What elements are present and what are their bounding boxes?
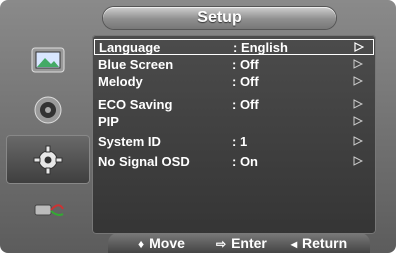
- menu-item-value: : English: [233, 40, 288, 55]
- input-icon: [34, 203, 64, 216]
- menu-item-value: : 1: [232, 134, 248, 149]
- menu-item-value: : Off: [232, 97, 259, 112]
- footer-return: ◂ Return: [291, 233, 347, 253]
- chevron-right-icon: [353, 156, 363, 166]
- menu-item-language[interactable]: Language : English: [94, 39, 374, 55]
- chevron-right-icon: [353, 136, 363, 146]
- sidebar-item-setup[interactable]: [6, 135, 90, 184]
- menu-item-pip[interactable]: PIP: [94, 114, 374, 130]
- menu-item-label: System ID: [98, 134, 161, 149]
- updown-icon: ♦: [138, 237, 145, 251]
- footer-move: ♦ Move: [138, 233, 185, 253]
- sound-icon: [34, 96, 62, 123]
- picture-icon: [31, 47, 65, 72]
- menu-item-value: : Off: [232, 74, 259, 89]
- menu-item-value: : On: [232, 154, 258, 169]
- back-icon: ◂: [291, 237, 298, 251]
- chevron-right-icon: [353, 59, 363, 69]
- page-title: Setup: [197, 9, 242, 26]
- footer-bar: ♦ Move ⇨ Enter ◂ Return: [108, 233, 370, 253]
- menu-item-eco-saving[interactable]: ECO Saving : Off: [94, 97, 374, 113]
- menu-item-no-signal-osd[interactable]: No Signal OSD : On: [94, 154, 374, 170]
- sidebar: [6, 35, 90, 233]
- footer-return-label: Return: [302, 235, 348, 251]
- menu-item-label: ECO Saving: [98, 97, 173, 112]
- footer-move-label: Move: [149, 235, 185, 251]
- menu-item-melody[interactable]: Melody : Off: [94, 74, 374, 90]
- menu-item-label: Blue Screen: [98, 57, 174, 72]
- sidebar-item-input[interactable]: [6, 185, 90, 234]
- chevron-right-icon: [353, 99, 363, 109]
- chevron-right-icon: [353, 116, 363, 126]
- footer-enter: ⇨ Enter: [216, 233, 267, 253]
- gear-icon: [33, 145, 63, 174]
- osd-menu-frame: Setup Language: English Blue Screen: O…: [0, 0, 396, 253]
- menu-item-blue-screen[interactable]: Blue Screen : Off: [94, 57, 374, 73]
- menu-item-label: Language: [99, 40, 161, 55]
- chevron-right-icon: [354, 42, 364, 52]
- footer-enter-label: Enter: [231, 235, 267, 251]
- chevron-right-icon: [353, 76, 363, 86]
- sidebar-item-picture[interactable]: [6, 35, 90, 84]
- menu-item-label: Melody: [98, 74, 143, 89]
- menu-item-system-id[interactable]: System ID : 1: [94, 134, 374, 150]
- sidebar-item-sound[interactable]: [6, 85, 90, 134]
- menu-item-value: : Off: [232, 57, 259, 72]
- enter-icon: ⇨: [216, 237, 227, 251]
- menu-item-label: PIP: [98, 114, 119, 129]
- menu-item-label: No Signal OSD: [98, 154, 190, 169]
